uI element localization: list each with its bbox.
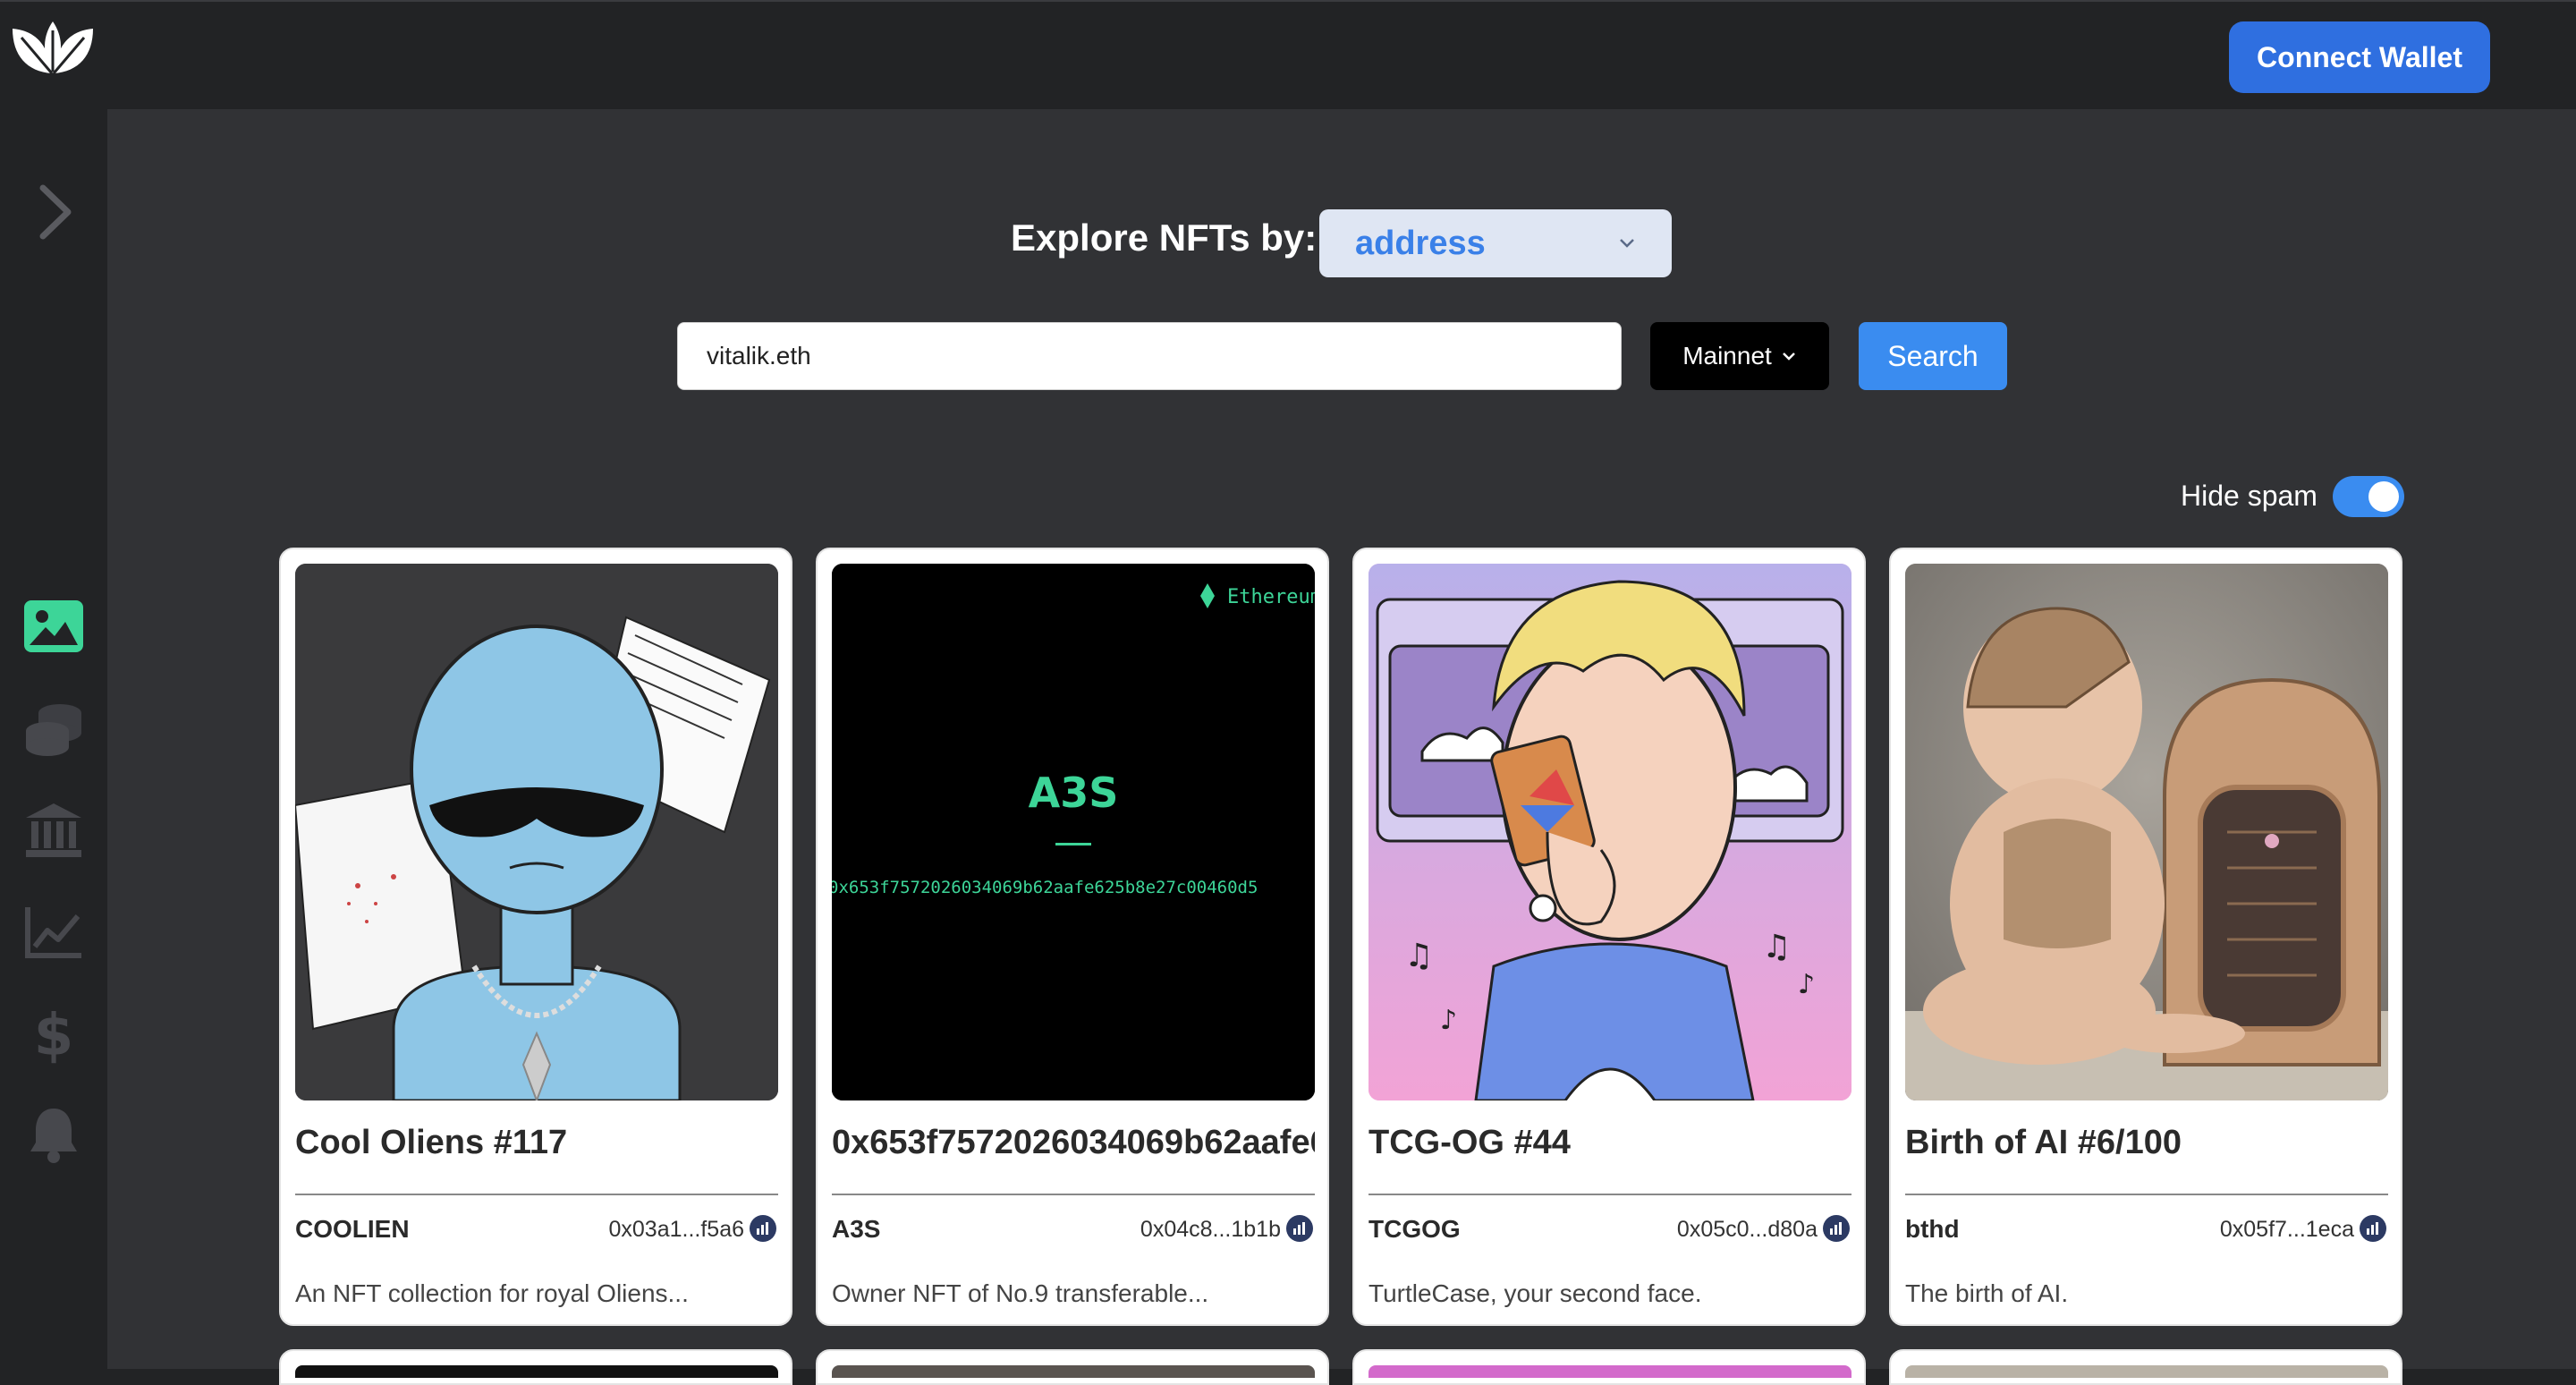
nft-image-chain-text: Ethereum xyxy=(1227,586,1315,608)
chevron-down-icon xyxy=(1620,239,1634,248)
toggle-knob xyxy=(2368,481,2399,512)
image-icon xyxy=(24,600,83,652)
etherscan-icon[interactable] xyxy=(1823,1215,1850,1242)
nft-card[interactable]: Cool Oliens #117 COOLIEN 0x03a1...f5a6 A… xyxy=(279,548,792,1326)
contract-address[interactable]: 0x05f7...1eca xyxy=(2220,1217,2354,1243)
svg-text:♪: ♪ xyxy=(1440,1005,1457,1036)
svg-text:$: $ xyxy=(34,1005,74,1064)
explore-label: Explore NFTs by: xyxy=(1011,217,1318,259)
leaf-logo-icon[interactable] xyxy=(9,18,97,81)
bank-icon xyxy=(26,803,81,857)
nft-image: ♫ ♫ ♪ ♪ xyxy=(1368,564,1852,1100)
nft-card[interactable]: ♫ ♫ ♪ ♪ TCG-OG #44 TCGOG 0x05c0...d80a T… xyxy=(1352,548,1866,1326)
nft-title: 0x653f7572026034069b62aafe625b8e27c00460… xyxy=(832,1124,1315,1161)
etherscan-icon[interactable] xyxy=(750,1215,776,1242)
sidebar-item-notifications[interactable] xyxy=(20,1100,88,1168)
nft-collection: A3S xyxy=(832,1215,881,1243)
nft-description: The birth of AI. xyxy=(1905,1279,2069,1307)
nft-card[interactable] xyxy=(816,1349,1329,1385)
nft-description: Owner NFT of No.9 transferable... xyxy=(832,1279,1209,1307)
sidebar: $ xyxy=(0,109,107,1369)
hide-spam-toggle[interactable] xyxy=(2333,476,2404,517)
sidebar-item-tokens[interactable] xyxy=(20,694,88,762)
contract-address[interactable]: 0x03a1...f5a6 xyxy=(608,1217,744,1243)
nft-image xyxy=(1905,564,2388,1100)
sidebar-item-nfts[interactable] xyxy=(20,592,88,660)
nft-collection: bthd xyxy=(1905,1215,1960,1243)
coins-icon xyxy=(26,704,81,756)
nft-image xyxy=(295,564,778,1100)
nft-collection: COOLIEN xyxy=(295,1215,410,1243)
chart-line-icon xyxy=(25,907,81,958)
nft-title: Birth of AI #6/100 xyxy=(1905,1124,2182,1161)
dollar-icon: $ xyxy=(34,1005,74,1064)
etherscan-icon[interactable] xyxy=(1286,1215,1313,1242)
bell-icon xyxy=(30,1109,77,1163)
search-button[interactable]: Search xyxy=(1859,322,2007,390)
nft-card[interactable] xyxy=(1889,1349,2402,1385)
etherscan-icon[interactable] xyxy=(2360,1215,2386,1242)
svg-text:♫: ♫ xyxy=(1404,938,1433,974)
nft-title: Cool Oliens #117 xyxy=(295,1124,568,1161)
hide-spam-label: Hide spam xyxy=(2181,480,2318,512)
nft-card[interactable]: Ethereum A3S 0x653f7572026034069b62aafe6… xyxy=(816,548,1329,1326)
sidebar-item-pricing[interactable]: $ xyxy=(20,1000,88,1068)
chevron-down-icon xyxy=(1782,353,1795,361)
contract-address[interactable]: 0x05c0...d80a xyxy=(1677,1217,1818,1243)
sidebar-item-defi[interactable] xyxy=(20,796,88,864)
expand-sidebar-chevron-icon[interactable] xyxy=(36,181,75,243)
nft-title: TCG-OG #44 xyxy=(1368,1124,1571,1161)
top-bar: Connect Wallet xyxy=(0,0,2576,109)
address-search-input[interactable] xyxy=(677,322,1622,390)
svg-text:♪: ♪ xyxy=(1798,969,1815,1000)
explore-mode-select[interactable]: address xyxy=(1319,209,1672,277)
divider xyxy=(295,1194,778,1195)
svg-text:♫: ♫ xyxy=(1762,929,1791,965)
nft-description: An NFT collection for royal Oliens... xyxy=(295,1279,689,1307)
nft-collection: TCGOG xyxy=(1368,1215,1461,1243)
nft-description: TurtleCase, your second face. xyxy=(1368,1279,1702,1307)
nft-card[interactable]: Birth of AI #6/100 bthd 0x05f7...1eca Th… xyxy=(1889,548,2402,1326)
network-value: Mainnet xyxy=(1682,342,1772,370)
explore-mode-value: address xyxy=(1355,224,1486,262)
divider xyxy=(1905,1194,2388,1195)
network-select[interactable]: Mainnet xyxy=(1650,322,1829,390)
sidebar-item-charts[interactable] xyxy=(20,898,88,966)
nft-image-hash-text: 0x653f7572026034069b62aafe625b8e27c00460… xyxy=(832,878,1258,897)
nft-image: Ethereum A3S 0x653f7572026034069b62aafe6… xyxy=(832,564,1315,1100)
contract-address[interactable]: 0x04c8...1b1b xyxy=(1140,1217,1281,1243)
divider xyxy=(1368,1194,1852,1195)
nft-image-brand-text: A3S xyxy=(1029,769,1119,817)
nft-card[interactable] xyxy=(279,1349,792,1385)
divider xyxy=(832,1194,1315,1195)
connect-wallet-button[interactable]: Connect Wallet xyxy=(2229,21,2490,93)
nft-card[interactable] xyxy=(1352,1349,1866,1385)
